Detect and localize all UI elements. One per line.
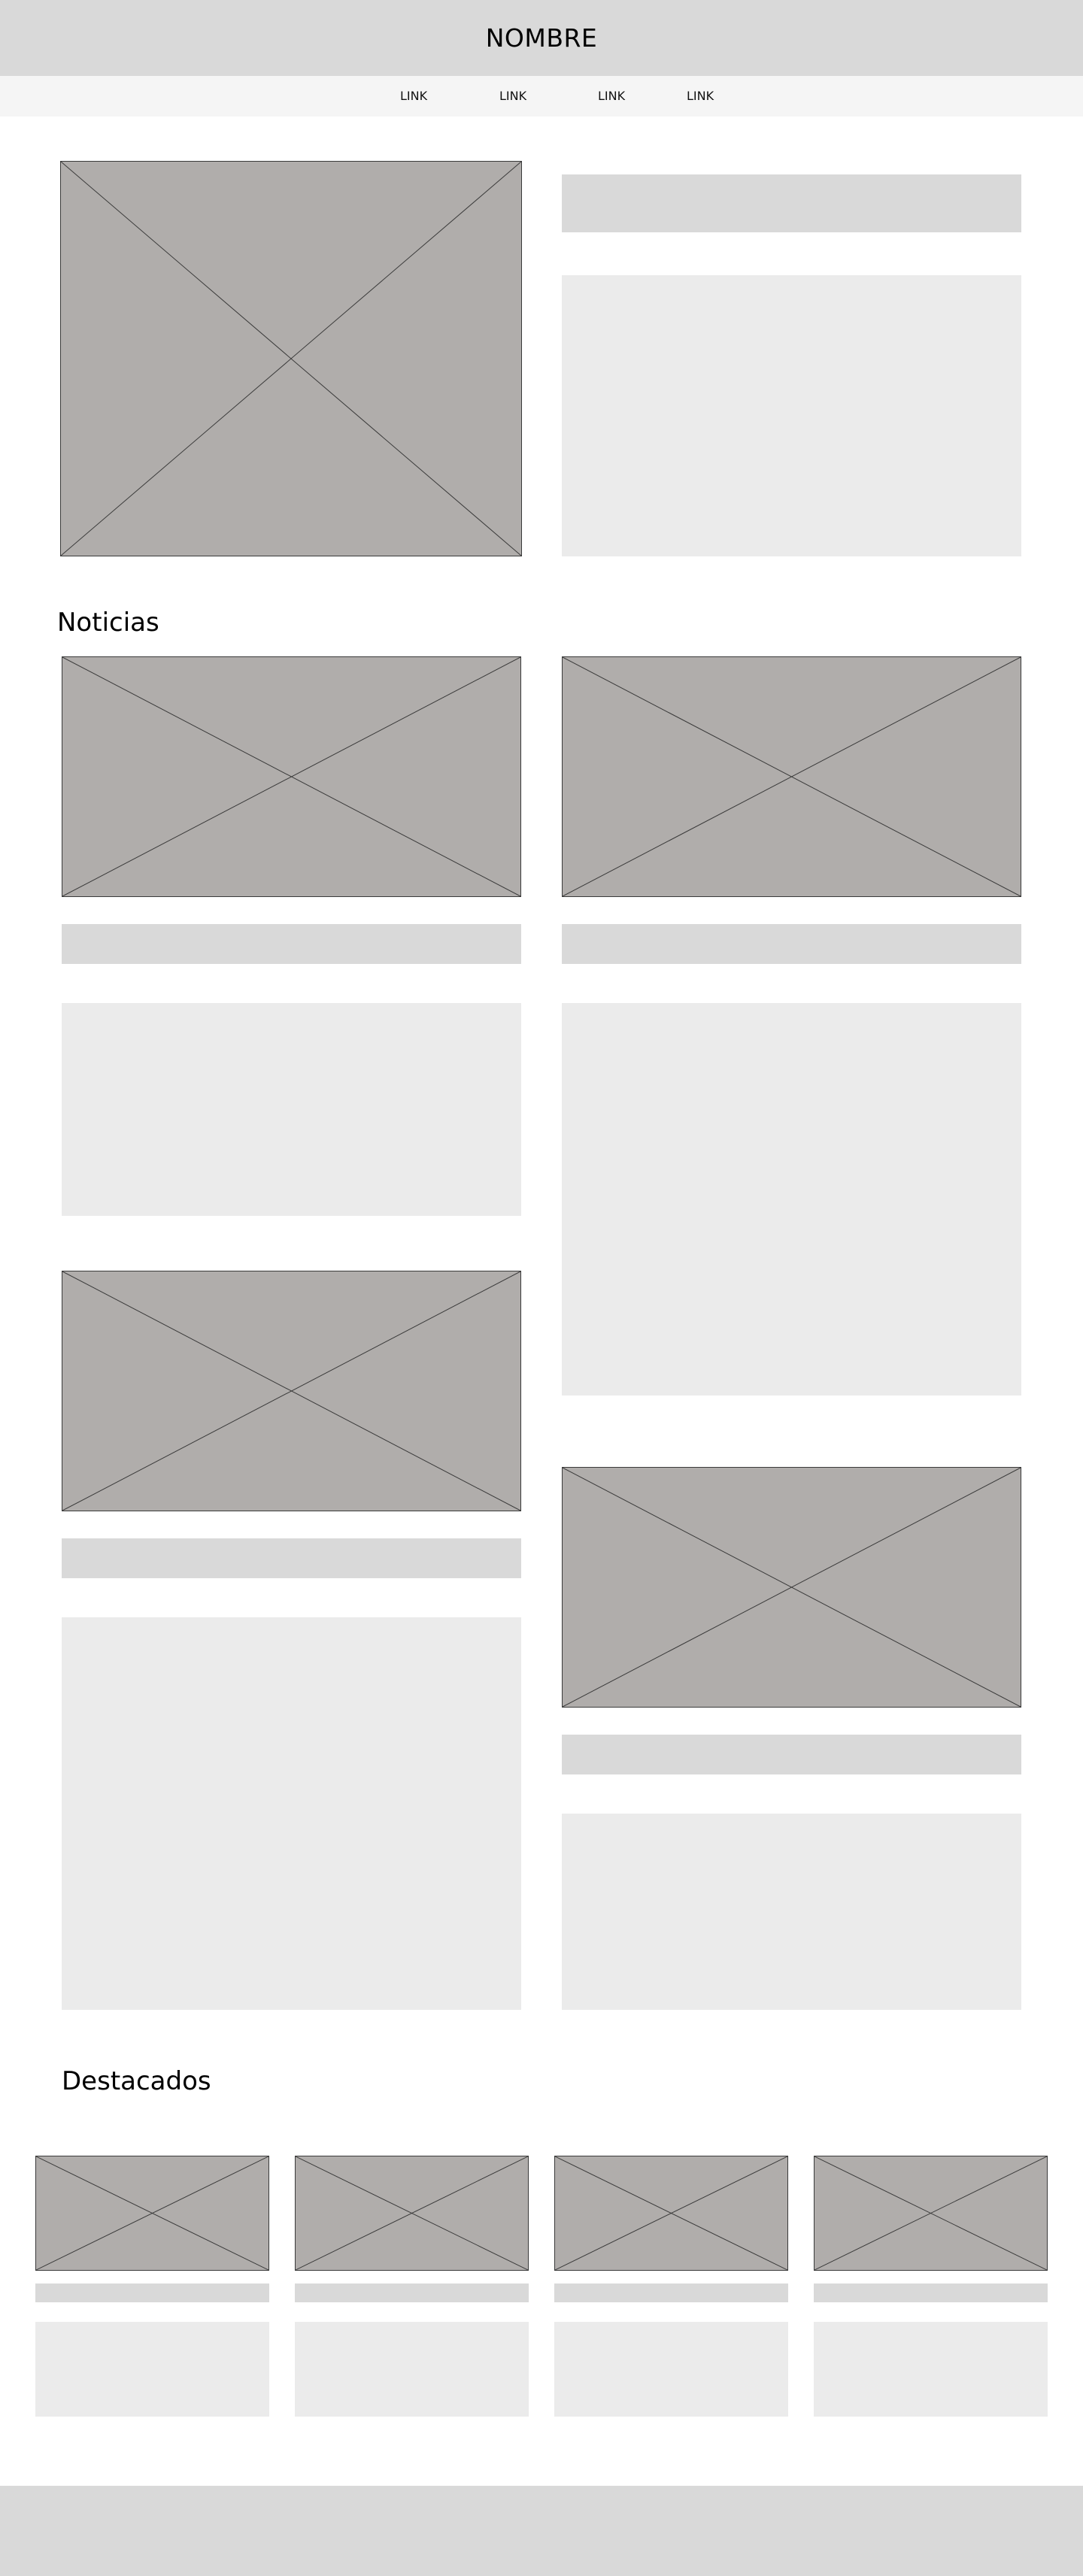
image-placeholder-icon [62,657,520,896]
nav-link-1[interactable]: LINK [400,89,427,103]
image-placeholder-icon [61,162,521,556]
featured-card-4-image [814,2156,1048,2271]
nav-link-4[interactable]: LINK [687,89,714,103]
hero-image-placeholder [60,161,522,556]
site-header: NOMBRE [0,0,1083,76]
news-card-4-image [562,1467,1021,1708]
main-nav: LINK LINK LINK LINK [0,76,1083,117]
news-card-2-text-block [562,1003,1021,1396]
news-card-4-text-block [562,1814,1021,2010]
news-card-3-image [62,1271,521,1511]
news-card-1-image [62,656,521,897]
image-placeholder-icon [563,1468,1021,1707]
image-placeholder-icon [62,1271,520,1511]
featured-card-1-title-bar [35,2284,269,2302]
news-card-2-image [562,656,1021,897]
news-card-3-text-block [62,1617,521,2010]
featured-card-2-text-block [295,2322,529,2417]
image-placeholder-icon [563,657,1021,896]
featured-card-4-text-block [814,2322,1048,2417]
featured-card-1-text-block [35,2322,269,2417]
image-placeholder-icon [296,2156,528,2270]
news-card-1-text-block [62,1003,521,1216]
featured-card-3-text-block [554,2322,788,2417]
featured-card-4-title-bar [814,2284,1048,2302]
news-card-4-title-bar [562,1735,1021,1774]
site-name: NOMBRE [485,23,598,53]
featured-section-title: Destacados [62,2066,211,2096]
nav-link-2[interactable]: LINK [499,89,526,103]
featured-card-2-title-bar [295,2284,529,2302]
hero-title-bar [562,174,1021,232]
image-placeholder-icon [555,2156,787,2270]
featured-card-3-image [554,2156,788,2271]
news-section-title: Noticias [57,608,159,638]
image-placeholder-icon [36,2156,268,2270]
featured-card-2-image [295,2156,529,2271]
featured-card-3-title-bar [554,2284,788,2302]
hero-text-block [562,275,1021,556]
featured-card-1-image [35,2156,269,2271]
news-card-3-title-bar [62,1538,521,1578]
news-card-2-title-bar [562,924,1021,964]
news-card-1-title-bar [62,924,521,964]
image-placeholder-icon [815,2156,1047,2270]
nav-link-3[interactable]: LINK [598,89,625,103]
site-footer [0,2486,1083,2576]
